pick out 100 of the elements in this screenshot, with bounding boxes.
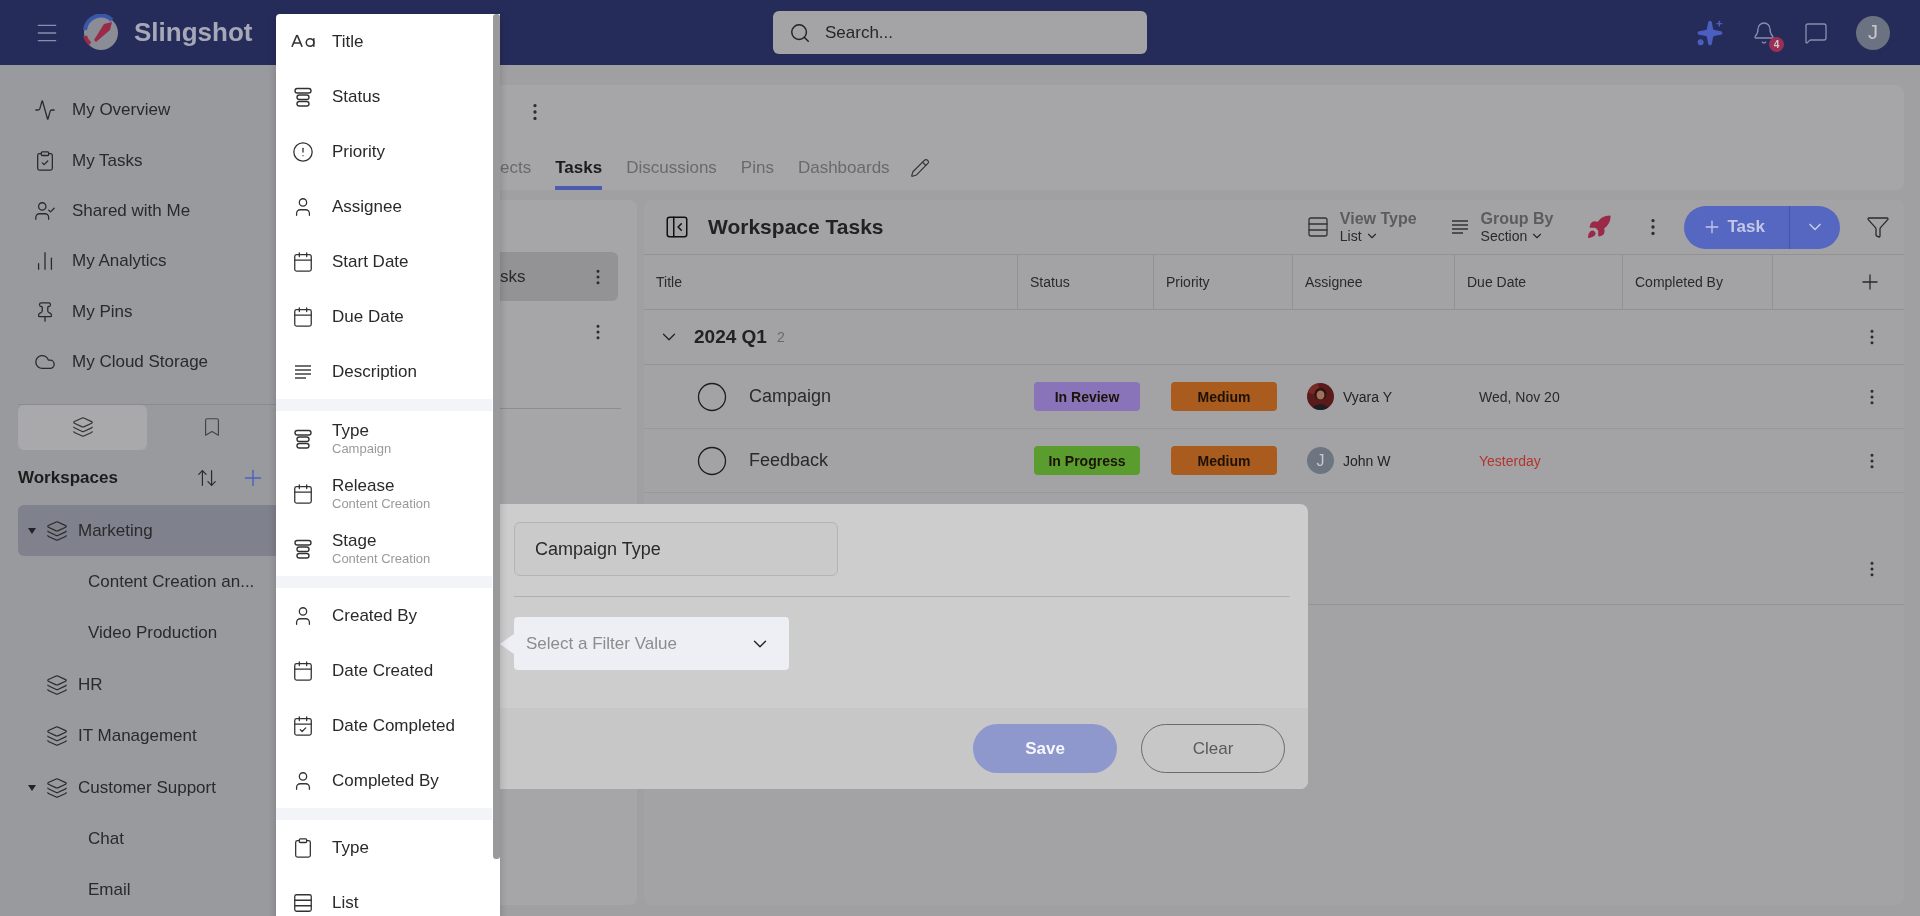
calendar-icon — [292, 659, 314, 682]
field-option[interactable]: Completed By — [276, 753, 492, 808]
field-option[interactable]: Type Campaign — [276, 411, 492, 466]
column-header[interactable]: Assignee — [1293, 255, 1455, 309]
calendar-icon — [292, 305, 314, 328]
workspace-item[interactable]: Content Creation an... — [18, 556, 276, 608]
field-name: Description — [332, 361, 418, 382]
search-icon — [789, 22, 811, 44]
due-date: Wed, Nov 20 — [1478, 388, 1560, 405]
exclamation-circle-icon — [292, 140, 314, 163]
field-option[interactable]: Priority — [276, 124, 492, 179]
column-header[interactable]: Priority — [1154, 255, 1293, 309]
nav-item[interactable]: Shared with Me — [0, 185, 276, 237]
panel-entry[interactable]: sks — [500, 252, 618, 301]
search-field[interactable]: Search... — [773, 11, 1147, 54]
due-date: Yesterday — [1478, 452, 1541, 469]
field-name: Type — [332, 421, 370, 441]
field-option[interactable]: Start Date — [276, 234, 492, 289]
rocket-logo-icon — [82, 13, 120, 52]
tab[interactable]: Tasks — [555, 158, 603, 190]
field-option[interactable]: Type — [276, 820, 492, 875]
field-source: Content Creation — [332, 551, 431, 566]
field-name: Due Date — [332, 306, 404, 327]
workspace-item[interactable]: IT Management — [18, 710, 276, 762]
workspace-item[interactable]: HR — [18, 659, 276, 711]
priority-tag: Medium — [1171, 446, 1277, 475]
field-name: Created By — [332, 605, 418, 626]
nav-item[interactable]: My Tasks — [0, 135, 276, 186]
layers-icon — [46, 776, 68, 799]
status-tag: In Review — [1034, 382, 1140, 411]
field-option[interactable]: Description — [276, 344, 492, 399]
field-name: Stage — [332, 531, 378, 551]
column-header[interactable]: Due Date — [1455, 255, 1623, 309]
workspace-item[interactable]: Email — [18, 864, 276, 916]
field-option[interactable]: Status — [276, 69, 492, 124]
assignee-name: John W — [1343, 452, 1391, 469]
field-name: Status — [332, 86, 381, 107]
clipboard-icon — [292, 836, 314, 859]
nav-item[interactable]: My Analytics — [0, 236, 276, 287]
bell-icon[interactable] — [1752, 20, 1776, 45]
group-by-control[interactable]: Group By Section — [1448, 210, 1554, 244]
nav-item[interactable]: My Pins — [0, 286, 276, 337]
filter-name-field[interactable]: Campaign Type — [514, 522, 838, 576]
column-header[interactable]: Title — [644, 255, 1018, 309]
view-type-control[interactable]: View Type List — [1305, 210, 1417, 244]
nav-item[interactable]: My Overview — [0, 85, 276, 136]
filter-value-select[interactable]: Select a Filter Value — [514, 617, 789, 670]
user-avatar[interactable]: J — [1856, 15, 1890, 50]
workspace-item[interactable]: Marketing — [18, 505, 276, 557]
workspace-item[interactable]: Video Production — [18, 607, 276, 660]
task-title: Campaign — [749, 386, 832, 407]
caret-icon — [28, 784, 36, 791]
field-option[interactable]: List — [276, 875, 492, 916]
pencil-icon[interactable] — [909, 158, 930, 178]
field-option[interactable]: Created By — [276, 588, 492, 643]
column-header[interactable]: Status — [1018, 255, 1154, 309]
logo-text: Slingshot — [134, 17, 253, 48]
stacked-bars-icon — [292, 85, 314, 108]
calendar-icon — [292, 482, 314, 505]
field-option[interactable]: Date Completed — [276, 698, 492, 753]
column-header[interactable]: Completed By — [1623, 255, 1773, 309]
status-tag: In Progress — [1034, 446, 1140, 475]
field-source: Campaign — [332, 441, 392, 456]
workspace-item[interactable]: Chat — [18, 813, 276, 865]
calendar-check-icon — [292, 714, 314, 737]
field-option[interactable]: Release Content Creation — [276, 466, 492, 521]
priority-tag: Medium — [1171, 382, 1277, 411]
group-name: 2024 Q1 — [694, 326, 767, 348]
field-source: Content Creation — [332, 496, 431, 511]
field-name: List — [332, 892, 359, 913]
field-option[interactable]: Title — [276, 14, 492, 69]
avatar: J — [1307, 447, 1334, 474]
panel-title: Workspace Tasks — [708, 215, 884, 239]
field-name: Type — [332, 837, 369, 858]
task-title: Feedback — [749, 450, 829, 471]
complete-checkbox[interactable] — [697, 445, 727, 476]
task-count: 2 — [776, 329, 785, 345]
calendar-icon — [292, 250, 314, 273]
pulse-icon — [34, 99, 56, 122]
workspace-item[interactable]: Customer Support — [18, 761, 276, 814]
field-name: Date Created — [332, 660, 434, 681]
sparkles-icon[interactable] — [1696, 18, 1724, 47]
assignee-name: Vyara Y — [1343, 388, 1393, 405]
layers-icon — [71, 416, 94, 439]
person-check-icon — [34, 199, 56, 222]
rocket-icon[interactable] — [1585, 214, 1612, 240]
field-option[interactable]: Due Date — [276, 289, 492, 344]
field-name: Assignee — [332, 196, 402, 217]
nav-item[interactable]: My Cloud Storage — [0, 336, 276, 388]
section-title: Workspaces — [18, 468, 119, 489]
stacked-bars-icon — [292, 537, 314, 560]
notification-count: 4 — [1769, 36, 1784, 52]
field-option[interactable]: Date Created — [276, 643, 492, 698]
filter-icon[interactable] — [1866, 215, 1890, 239]
field-option[interactable]: Stage Content Creation — [276, 521, 492, 576]
field-name: Priority — [332, 141, 385, 162]
collapse-panel-icon[interactable] — [664, 214, 690, 240]
complete-checkbox[interactable] — [697, 381, 727, 412]
chat-icon[interactable] — [1804, 20, 1828, 45]
field-option[interactable]: Assignee — [276, 179, 492, 234]
